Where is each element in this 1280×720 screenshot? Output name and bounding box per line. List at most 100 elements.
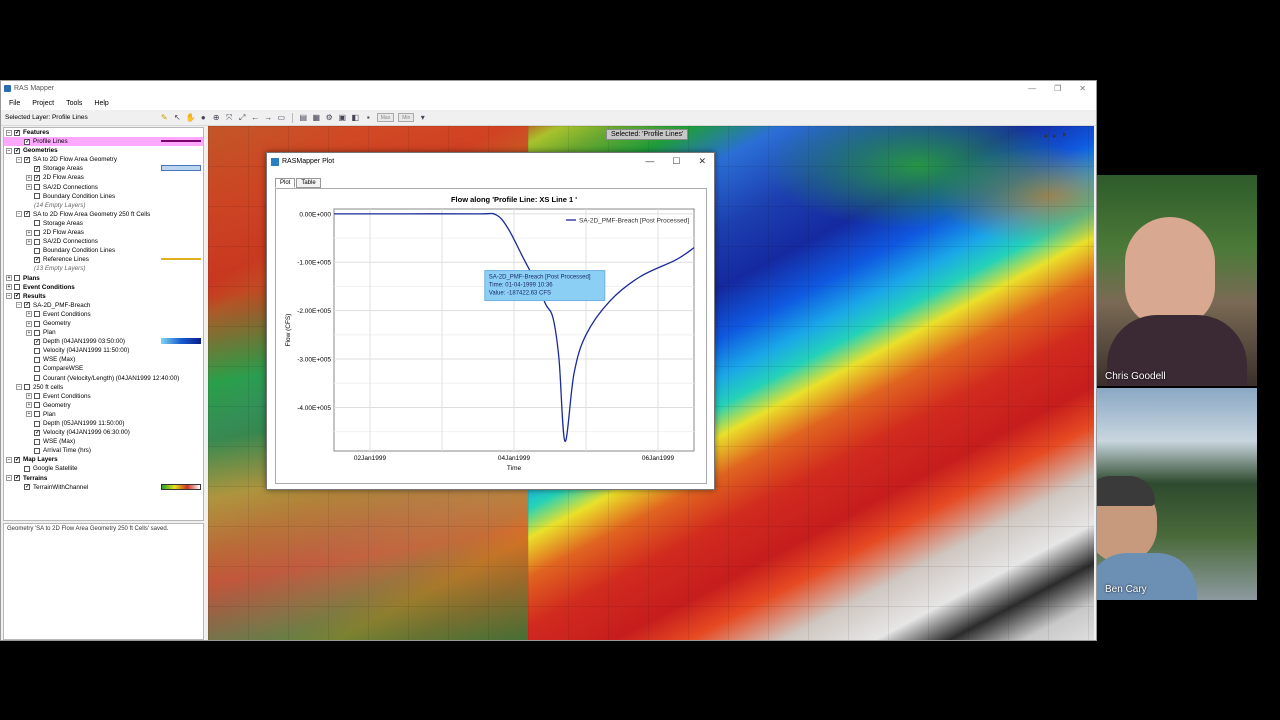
tree-item[interactable]: Storage Areas: [4, 164, 203, 173]
tree-item[interactable]: − Terrains: [4, 474, 203, 483]
menu-tools[interactable]: Tools: [66, 100, 82, 107]
layer-checkbox[interactable]: [34, 429, 40, 436]
plot-minimize-icon[interactable]: —: [645, 156, 654, 167]
layer-checkbox[interactable]: [34, 329, 40, 336]
max-button[interactable]: Max: [376, 113, 395, 122]
expand-toggle-icon[interactable]: +: [26, 311, 32, 318]
layer-checkbox[interactable]: [34, 220, 40, 227]
expand-toggle-icon[interactable]: +: [26, 320, 32, 327]
zoom-in-icon[interactable]: ⊕: [212, 113, 221, 122]
expand-toggle-icon[interactable]: −: [6, 147, 12, 154]
map-icon[interactable]: ◧: [351, 113, 360, 122]
full-extent-icon[interactable]: ⤢: [238, 113, 247, 122]
tree-item[interactable]: + Event Conditions: [4, 310, 203, 319]
layer-checkbox[interactable]: [34, 356, 40, 363]
save-icon[interactable]: ▪: [364, 113, 373, 122]
expand-toggle-icon[interactable]: +: [26, 229, 32, 236]
layer-checkbox[interactable]: [14, 456, 20, 463]
layer-checkbox[interactable]: [14, 147, 20, 154]
tree-item[interactable]: +2D Flow Areas: [4, 228, 203, 237]
pan-hand-icon[interactable]: ✋: [186, 113, 196, 122]
tab-table[interactable]: Table: [296, 178, 321, 188]
layer-checkbox[interactable]: [34, 338, 40, 345]
tree-item[interactable]: Boundary Condition Lines: [4, 246, 203, 255]
play-icon[interactable]: ▸: [1053, 132, 1057, 140]
layer-checkbox[interactable]: [14, 293, 20, 300]
layer-checkbox[interactable]: [34, 347, 40, 354]
tree-item[interactable]: +2D Flow Areas: [4, 173, 203, 182]
expand-toggle-icon[interactable]: +: [26, 329, 32, 336]
tree-item[interactable]: Arrival Time (hrs): [4, 446, 203, 455]
tools-icon[interactable]: ⚙: [325, 113, 334, 122]
tree-item[interactable]: + SA/2D Connections: [4, 183, 203, 192]
tree-item[interactable]: − Map Layers: [4, 455, 203, 464]
min-button[interactable]: Min: [398, 113, 415, 122]
layer-checkbox[interactable]: [34, 184, 40, 191]
tree-item[interactable]: − SA to 2D Flow Area Geometry 250 ft Cell…: [4, 210, 203, 219]
expand-toggle-icon[interactable]: +: [26, 238, 32, 245]
grid-icon[interactable]: ▦: [312, 113, 321, 122]
plot-maximize-icon[interactable]: ☐: [672, 156, 680, 167]
tree-item[interactable]: + Event Conditions: [4, 283, 203, 292]
expand-toggle-icon[interactable]: −: [16, 302, 22, 309]
tree-item[interactable]: Depth (04JAN1999 03:50:00): [4, 337, 203, 346]
tree-item[interactable]: Storage Areas: [4, 219, 203, 228]
layer-checkbox[interactable]: [34, 320, 40, 327]
tree-item[interactable]: + Plan: [4, 328, 203, 337]
expand-toggle-icon[interactable]: +: [6, 275, 12, 282]
tree-item[interactable]: WSE (Max): [4, 355, 203, 364]
tree-item[interactable]: + Event Conditions: [4, 392, 203, 401]
layer-checkbox[interactable]: [24, 466, 30, 473]
expand-toggle-icon[interactable]: −: [6, 293, 12, 300]
layer-checkbox[interactable]: [34, 229, 40, 236]
layer-checkbox[interactable]: [34, 311, 40, 318]
layer-checkbox[interactable]: [34, 175, 40, 182]
tree-item[interactable]: WSE (Max): [4, 437, 203, 446]
expand-toggle-icon[interactable]: −: [16, 156, 22, 163]
plot-icon[interactable]: ▣: [338, 113, 347, 122]
expand-toggle-icon[interactable]: −: [6, 456, 12, 463]
layer-checkbox[interactable]: [34, 247, 40, 254]
tree-item[interactable]: − SA to 2D Flow Area Geometry: [4, 155, 203, 164]
layer-checkbox[interactable]: [34, 365, 40, 372]
tree-item[interactable]: + Geometry: [4, 401, 203, 410]
tree-item[interactable]: (14 Empty Layers): [4, 201, 203, 210]
layer-checkbox[interactable]: [34, 438, 40, 445]
layer-checkbox[interactable]: [34, 402, 40, 409]
layer-checkbox[interactable]: [24, 484, 30, 491]
minimize-icon[interactable]: —: [1028, 84, 1036, 93]
layer-checkbox[interactable]: [24, 156, 30, 163]
layer-checkbox[interactable]: [34, 238, 40, 245]
tree-item[interactable]: Depth (05JAN1999 11:50:00): [4, 419, 203, 428]
layer-checkbox[interactable]: [14, 275, 20, 282]
layer-checkbox[interactable]: [24, 384, 30, 391]
expand-toggle-icon[interactable]: −: [6, 129, 12, 136]
pointer-icon[interactable]: ↖: [173, 113, 182, 122]
tree-item[interactable]: + Plan: [4, 410, 203, 419]
back-arrow-icon[interactable]: ←: [251, 113, 260, 122]
tree-item[interactable]: CompareWSE: [4, 364, 203, 373]
forward-arrow-icon[interactable]: →: [264, 113, 273, 122]
menu-file[interactable]: File: [9, 100, 20, 107]
tree-item[interactable]: − Geometries: [4, 146, 203, 155]
expand-toggle-icon[interactable]: +: [26, 411, 32, 418]
tree-item[interactable]: + Geometry: [4, 319, 203, 328]
menu-help[interactable]: Help: [94, 100, 108, 107]
layer-checkbox[interactable]: [24, 138, 30, 145]
prev-icon[interactable]: ◂: [1043, 132, 1047, 140]
tree-item[interactable]: − Features: [4, 128, 203, 137]
animate-icon[interactable]: ⏵: [1063, 132, 1067, 140]
tree-item[interactable]: Profile Lines: [4, 137, 203, 147]
tree-item[interactable]: Boundary Condition Lines: [4, 192, 203, 201]
layer-checkbox[interactable]: [34, 375, 40, 382]
expand-toggle-icon[interactable]: +: [26, 175, 32, 182]
tree-item[interactable]: Google Satellite: [4, 464, 203, 473]
layer-checkbox[interactable]: [34, 447, 40, 454]
layer-checkbox[interactable]: [14, 475, 20, 482]
tree-item[interactable]: Velocity (04JAN1999 11:50:00): [4, 346, 203, 355]
layer-checkbox[interactable]: [34, 165, 40, 172]
tree-item[interactable]: Velocity (04JAN1999 06:30:00): [4, 428, 203, 437]
tree-item[interactable]: − SA-2D_PMF-Breach: [4, 301, 203, 310]
tree-item[interactable]: − Results: [4, 292, 203, 301]
plot-area[interactable]: Flow along 'Profile Line: XS Line 1 ' 0.0…: [275, 188, 707, 484]
